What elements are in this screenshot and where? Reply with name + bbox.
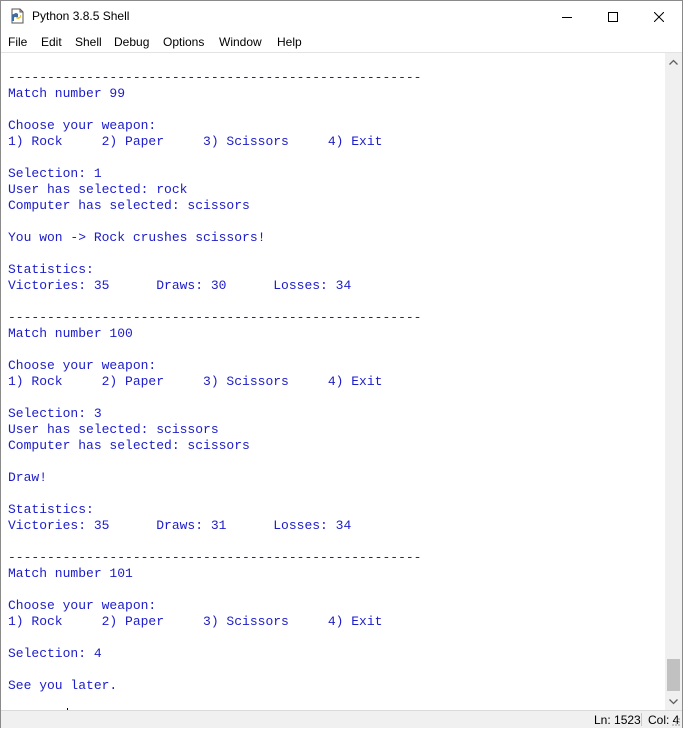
scroll-down-button[interactable] [665, 693, 682, 710]
shell-output-line: Match number 100 [8, 326, 133, 341]
shell-output-line: Selection: 3 [8, 406, 102, 421]
idle-shell-window: Python 3.8.5 Shell File Edit Shell Debug… [0, 0, 683, 728]
shell-output-line: Choose your weapon: [8, 598, 157, 613]
shell-output-line: User has selected: scissors [8, 422, 219, 437]
menu-debug[interactable]: Debug [114, 35, 149, 49]
shell-output-line [8, 486, 421, 502]
shell-output-line: Victories: 35 Draws: 30 Losses: 34 [8, 278, 352, 293]
shell-output-line [8, 294, 421, 310]
shell-output-line [8, 214, 421, 230]
shell-output-line: User has selected: rock [8, 182, 188, 197]
shell-output-line: Statistics: [8, 502, 94, 517]
shell-output-line [8, 342, 421, 358]
title-bar[interactable]: Python 3.8.5 Shell [1, 1, 682, 32]
shell-output-line: 1) Rock 2) Paper 3) Scissors 4) Exit [8, 614, 383, 629]
shell-output-line [8, 246, 421, 262]
menu-file[interactable]: File [8, 35, 27, 49]
chevron-down-icon [669, 698, 678, 704]
maximize-button[interactable] [590, 1, 636, 32]
shell-text-area[interactable]: ----------------------------------------… [1, 53, 665, 710]
menu-window[interactable]: Window [219, 35, 262, 49]
shell-output-line: Computer has selected: scissors [8, 198, 250, 213]
maximize-icon [608, 11, 618, 22]
prompt-line[interactable]: >>> [8, 692, 68, 724]
shell-output-line [8, 630, 421, 646]
shell-output-line [8, 150, 421, 166]
menu-edit[interactable]: Edit [41, 35, 62, 49]
vertical-scrollbar[interactable] [665, 53, 682, 710]
shell-output-line [8, 662, 421, 678]
shell-output-line: Match number 99 [8, 86, 126, 101]
window-title: Python 3.8.5 Shell [32, 9, 130, 23]
shell-output-line: Choose your weapon: [8, 358, 157, 373]
menu-bar: File Edit Shell Debug Options Window Hel… [1, 32, 682, 52]
scroll-up-button[interactable] [665, 53, 682, 70]
shell-output-line: ----------------------------------------… [8, 70, 422, 85]
shell-output-line: 1) Rock 2) Paper 3) Scissors 4) Exit [8, 374, 383, 389]
shell-output-line: See you later. [8, 678, 118, 693]
menu-options[interactable]: Options [163, 35, 204, 49]
shell-output-line: You won -> Rock crushes scissors! [8, 230, 266, 245]
status-bar: Ln: 1523 Col: 4 [1, 710, 682, 728]
shell-output-line: Draw! [8, 470, 48, 485]
status-separator [641, 713, 642, 726]
menu-help[interactable]: Help [277, 35, 302, 49]
shell-output-line: ----------------------------------------… [8, 310, 422, 325]
shell-output-line: ----------------------------------------… [8, 550, 422, 565]
shell-output-line [8, 534, 421, 550]
shell-output-line: Selection: 4 [8, 646, 102, 661]
resize-grip-icon[interactable] [671, 717, 681, 727]
shell-output-line: Choose your weapon: [8, 118, 157, 133]
close-icon [654, 11, 664, 22]
shell-output-line [8, 582, 421, 598]
shell-output-line: Computer has selected: scissors [8, 438, 250, 453]
shell-output-line [8, 454, 421, 470]
status-line-number: Ln: 1523 [594, 713, 641, 727]
python-idle-icon [9, 8, 25, 24]
menu-shell[interactable]: Shell [75, 35, 102, 49]
close-button[interactable] [636, 1, 682, 32]
shell-output-line: Match number 101 [8, 566, 133, 581]
shell-output: ----------------------------------------… [8, 70, 421, 694]
minimize-button[interactable] [544, 1, 590, 32]
chevron-up-icon [669, 59, 678, 65]
shell-output-line: Selection: 1 [8, 166, 102, 181]
scroll-thumb[interactable] [667, 659, 680, 691]
shell-output-line: Statistics: [8, 262, 94, 277]
shell-output-line [8, 102, 421, 118]
shell-output-line: Victories: 35 Draws: 31 Losses: 34 [8, 518, 352, 533]
shell-output-line: 1) Rock 2) Paper 3) Scissors 4) Exit [8, 134, 383, 149]
shell-output-line [8, 390, 421, 406]
minimize-icon [562, 16, 572, 18]
